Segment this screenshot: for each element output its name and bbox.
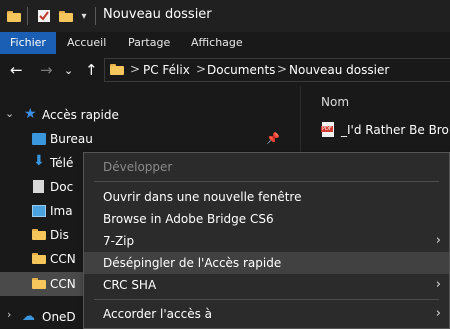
breadcrumb-pc[interactable]: PC Félix — [143, 63, 190, 77]
breadcrumb-separator: > — [130, 62, 141, 76]
sidebar-item-label: Accès rapide — [42, 108, 119, 122]
menu-item-crc-sha[interactable]: CRC SHA › — [84, 274, 449, 296]
column-header-name[interactable]: Nom — [321, 95, 349, 109]
sidebar-item-label: Doc — [50, 180, 74, 194]
chevron-right-icon: › — [435, 233, 441, 248]
folder-icon — [32, 278, 46, 289]
address-bar[interactable]: > PC Félix > Documents > Nouveau dossier — [104, 58, 450, 82]
pin-icon[interactable]: 📌 — [266, 132, 280, 145]
menu-item-label: Accorder l'accès à — [103, 307, 212, 321]
menu-item-label: Ouvrir dans une nouvelle fenêtre — [103, 190, 302, 204]
tab-partage[interactable]: Partage — [128, 32, 170, 54]
new-folder-icon[interactable] — [58, 8, 74, 24]
pdf-icon: PDF — [321, 122, 334, 137]
window-title: Nouveau dossier — [103, 7, 212, 22]
chevron-right-icon: › — [435, 306, 441, 321]
folder-icon[interactable] — [6, 8, 22, 24]
pdf-badge: PDF — [321, 126, 333, 132]
sidebar-item-label: CCN — [50, 277, 76, 291]
menu-item-browse-bridge[interactable]: Browse in Adobe Bridge CS6 — [84, 208, 449, 230]
folder-icon — [110, 64, 124, 75]
tab-accueil[interactable]: Accueil — [67, 32, 106, 54]
tab-affichage[interactable]: Affichage — [191, 32, 243, 54]
documents-icon — [33, 180, 44, 193]
menu-item-label: CRC SHA — [103, 278, 157, 292]
breadcrumb-current-folder[interactable]: Nouveau dossier — [289, 63, 389, 77]
menu-item-open-new-window[interactable]: Ouvrir dans une nouvelle fenêtre — [84, 186, 449, 208]
chevron-down-icon[interactable]: ⌄ — [5, 107, 14, 120]
menu-item-grant-access[interactable]: Accorder l'accès à › — [84, 303, 449, 325]
breadcrumb-separator: > — [277, 62, 288, 76]
menu-item-label: Browse in Adobe Bridge CS6 — [103, 212, 274, 226]
menu-item-7zip[interactable]: 7-Zip › — [84, 230, 449, 252]
ribbon-tabs: Fichier Accueil Partage Affichage — [0, 32, 450, 54]
properties-icon[interactable] — [36, 8, 52, 24]
recent-locations-icon[interactable]: ⌄ — [64, 63, 73, 79]
star-icon: ★ — [24, 106, 37, 122]
context-menu: Développer Ouvrir dans une nouvelle fenê… — [83, 152, 450, 329]
toolbar-separator — [27, 7, 28, 25]
forward-icon[interactable]: → — [40, 62, 53, 78]
breadcrumb-documents[interactable]: Documents — [207, 63, 275, 77]
menu-separator — [94, 181, 439, 182]
sidebar-item-label: Bureau — [50, 132, 93, 146]
desktop-icon — [32, 133, 46, 145]
back-icon[interactable]: ← — [10, 62, 23, 78]
sidebar-item-label: CCN — [50, 252, 76, 266]
folder-icon — [32, 253, 46, 264]
pictures-icon — [32, 205, 46, 217]
file-name: _I'd Rather Be Broke — [341, 123, 450, 137]
sidebar-item-label: Dis — [50, 228, 69, 242]
download-icon: ⬇ — [33, 153, 45, 169]
sidebar-item-label: OneD — [42, 310, 76, 324]
title-bar: ▾ Nouveau dossier — [0, 0, 450, 32]
menu-item-unpin-quick-access[interactable]: Désépingler de l'Accès rapide — [84, 252, 449, 274]
menu-item-label: Développer — [103, 160, 173, 174]
sidebar-item-label: Ima — [50, 204, 73, 218]
sidebar-item-quick-access[interactable]: ⌄ ★ Accès rapide — [0, 103, 300, 127]
menu-item-developper[interactable]: Développer — [84, 156, 449, 178]
cloud-icon: ☁ — [22, 309, 35, 324]
sidebar-item-label: Télé — [50, 156, 74, 170]
breadcrumb-separator: > — [196, 62, 207, 76]
chevron-right-icon[interactable]: › — [7, 308, 11, 321]
sidebar-item-bureau[interactable]: Bureau 📌 — [0, 127, 300, 151]
menu-item-label: Désépingler de l'Accès rapide — [103, 256, 282, 270]
chevron-right-icon: › — [435, 277, 441, 292]
menu-item-label: 7-Zip — [103, 234, 135, 248]
menu-separator — [94, 299, 439, 300]
tab-fichier[interactable]: Fichier — [0, 32, 56, 54]
toolbar-separator — [95, 7, 96, 25]
customize-toolbar-icon[interactable]: ▾ — [78, 8, 90, 24]
up-icon[interactable]: ↑ — [85, 62, 98, 78]
folder-icon — [32, 229, 46, 240]
